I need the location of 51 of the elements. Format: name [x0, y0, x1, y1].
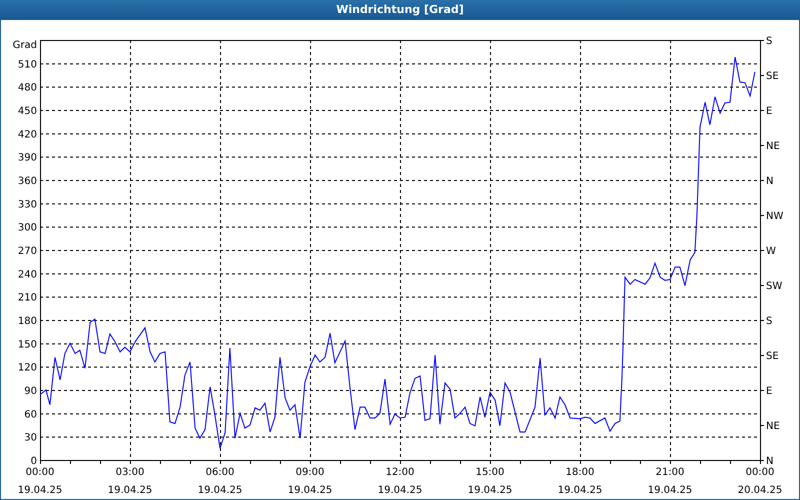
tick-label: 12:00 [386, 467, 414, 478]
tick-label: 06:00 [206, 467, 234, 478]
compass-label: E [766, 386, 772, 397]
window-title: Windrichtung [Grad] [336, 2, 464, 18]
compass-label: SE [766, 71, 779, 82]
tick-label: 510 [18, 59, 37, 70]
compass-label: S [766, 36, 772, 47]
date-label: 20.04.25 [738, 485, 782, 496]
date-label: 19.04.25 [288, 485, 332, 496]
tick-label: 03:00 [116, 467, 144, 478]
tick-label: 300 [18, 222, 37, 234]
tick-label: 150 [18, 339, 37, 350]
compass-label: NE [766, 141, 780, 152]
tick-label: 00:00 [26, 467, 54, 478]
date-label: 19.04.25 [18, 485, 62, 496]
tick-label: 30 [24, 432, 37, 444]
date-label: 19.04.25 [468, 485, 512, 496]
tick-label: 390 [18, 152, 37, 164]
compass-label: NE [766, 421, 780, 432]
tick-label: 240 [18, 269, 37, 280]
compass-label: SE [766, 351, 779, 362]
date-label: 19.04.25 [198, 485, 242, 496]
compass-label: W [766, 246, 776, 257]
date-label: 19.04.25 [558, 485, 602, 496]
tick-label: 180 [18, 316, 37, 327]
compass-label: E [766, 106, 772, 117]
tick-label: 480 [18, 82, 37, 94]
tick-label: 120 [18, 362, 37, 374]
tick-label: 0 [30, 456, 37, 467]
compass-label: N [766, 176, 774, 187]
tick-label: 450 [18, 106, 37, 117]
compass-label: NW [766, 211, 784, 222]
tick-label: 21:00 [656, 467, 684, 478]
tick-label: 210 [18, 292, 37, 304]
tick-label: 420 [18, 129, 37, 140]
tick-label: 60 [24, 409, 37, 420]
tick-label: 18:00 [566, 467, 594, 478]
axis-label: Grad [12, 40, 37, 51]
tick-label: 330 [18, 199, 37, 210]
tick-label: 90 [24, 386, 37, 397]
compass-label: SW [766, 281, 782, 292]
compass-label: S [766, 316, 772, 327]
date-label: 19.04.25 [378, 485, 422, 496]
tick-label: 270 [18, 246, 37, 257]
tick-label: 360 [18, 176, 37, 187]
date-label: 19.04.25 [108, 485, 152, 496]
date-label: 19.04.25 [648, 485, 692, 496]
compass-label: N [766, 456, 774, 467]
tick-label: 15:00 [476, 467, 504, 478]
tick-label: 00:00 [746, 467, 774, 478]
tick-label: 09:00 [296, 467, 324, 478]
